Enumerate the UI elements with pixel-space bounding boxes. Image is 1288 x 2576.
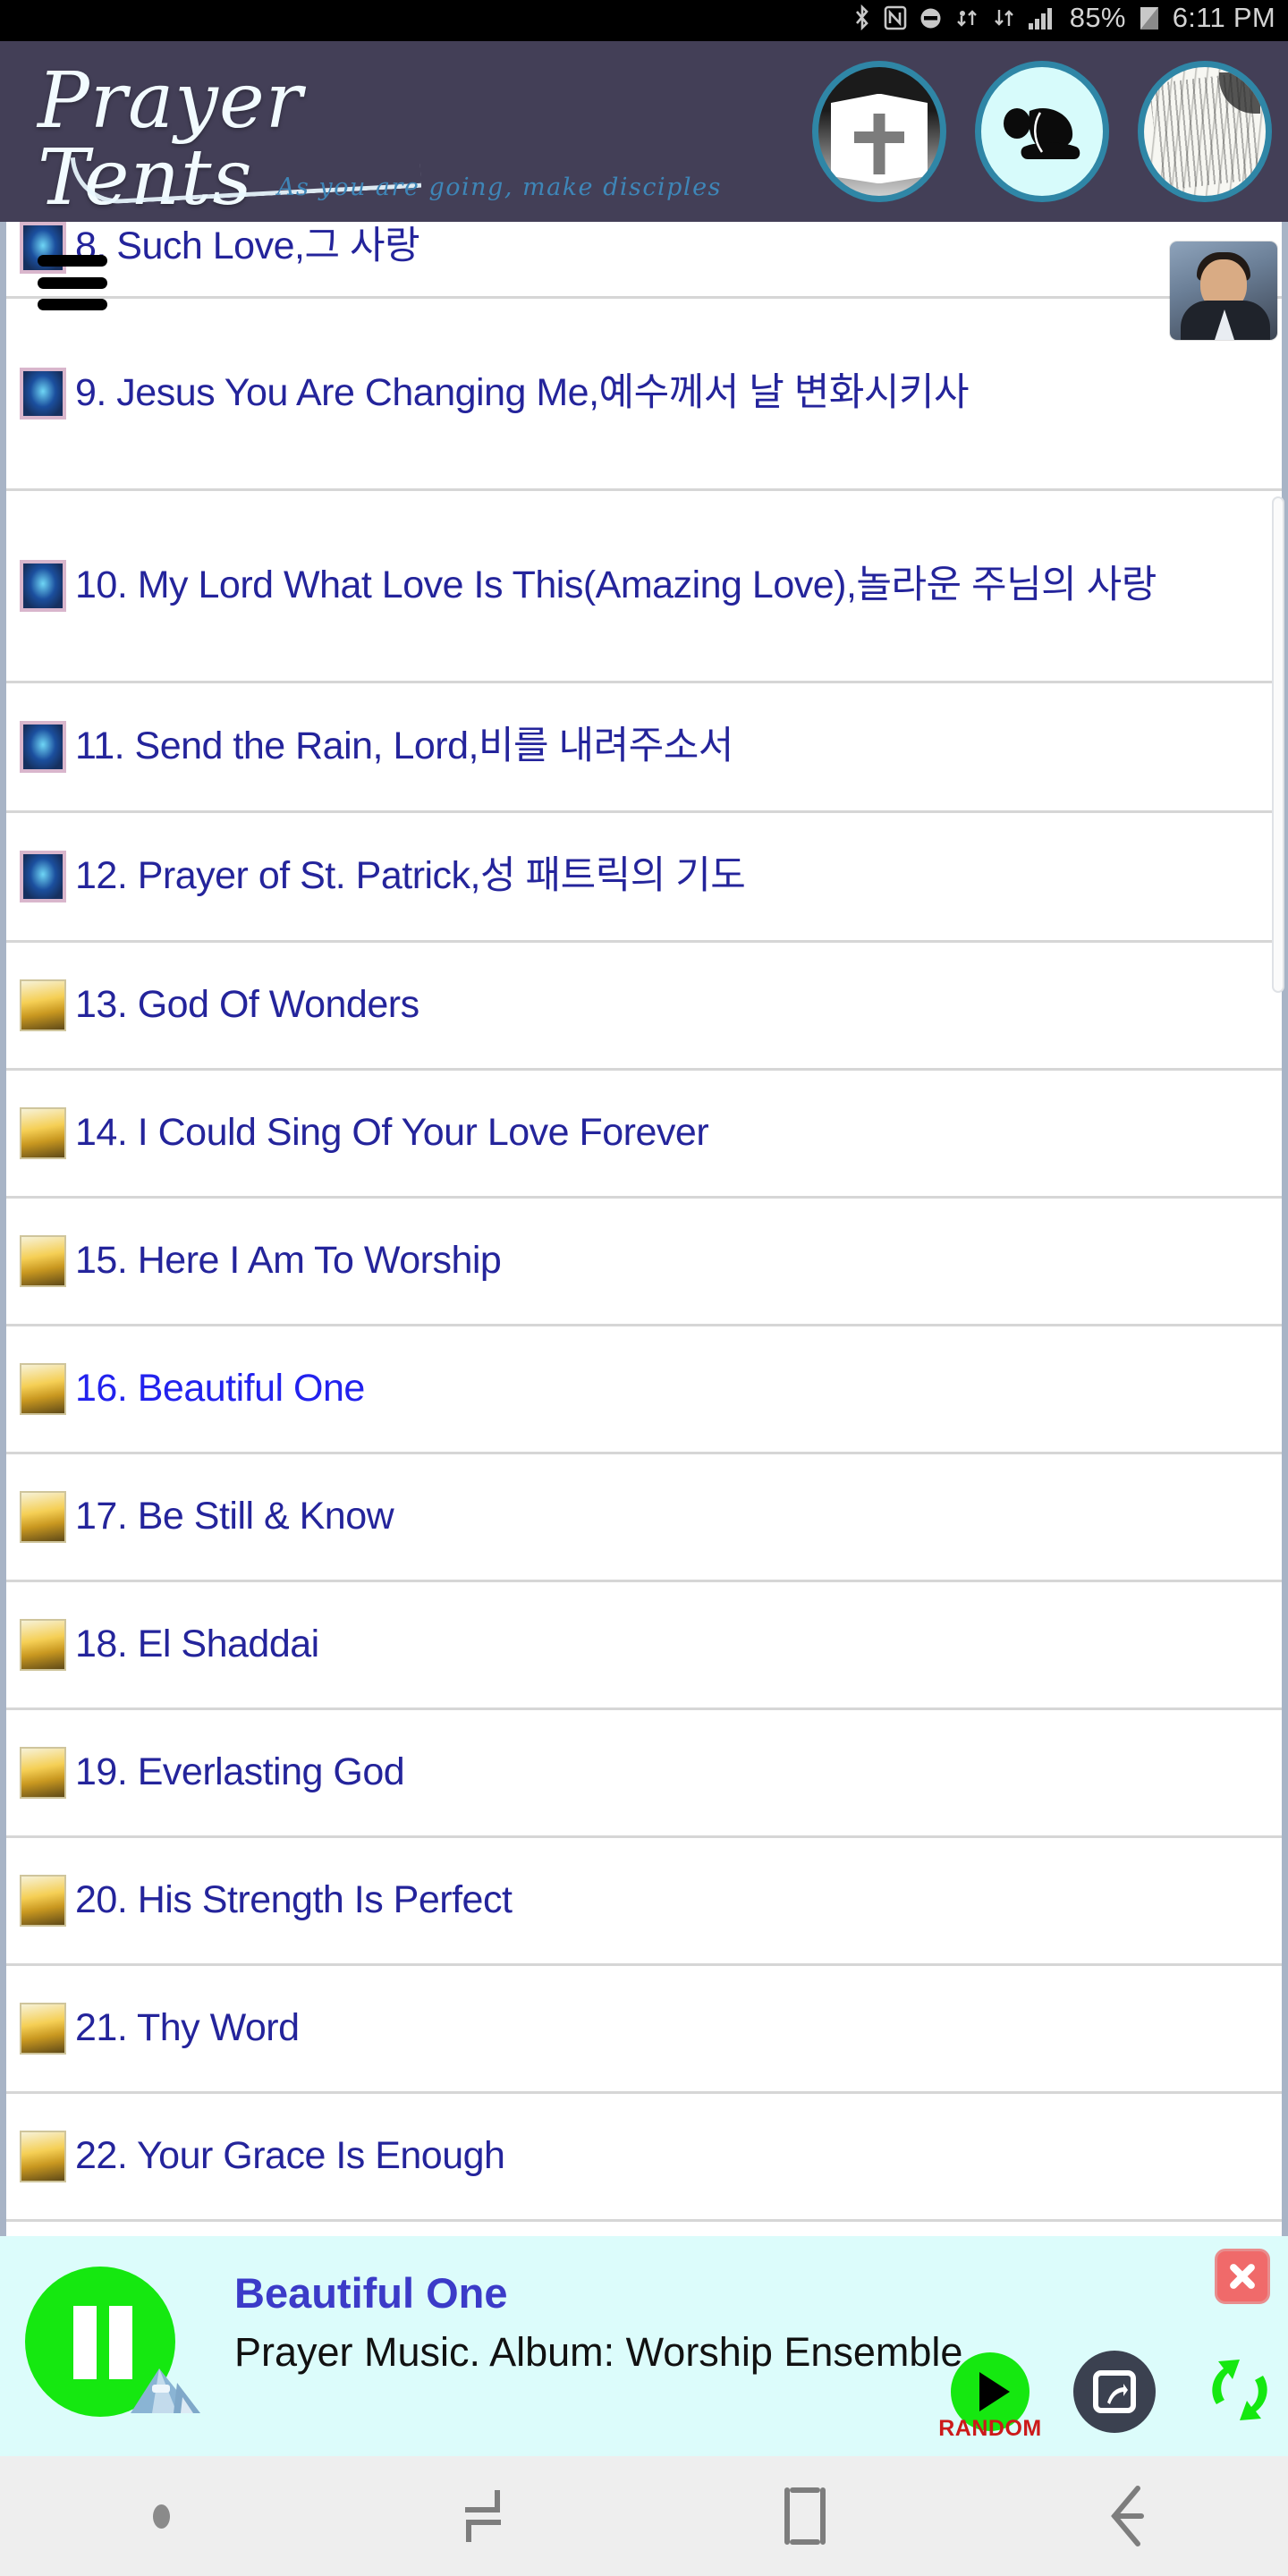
song-title: 12. Prayer of St. Patrick,성 패트릭의 기도 <box>75 854 746 898</box>
album-art-thumbnail <box>20 368 66 419</box>
back-button[interactable] <box>966 2456 1288 2576</box>
list-item[interactable]: 20. His Strength Is Perfect <box>0 1838 1288 1966</box>
song-title: 19. Everlasting God <box>75 1750 405 1794</box>
album-art-thumbnail <box>20 1363 66 1415</box>
album-art-thumbnail <box>20 1747 66 1799</box>
app-root: 85% 6:11 PM Prayer Tents As you are goin… <box>0 0 1288 2576</box>
hamburger-bar <box>38 255 107 267</box>
list-item[interactable]: 22. Your Grace Is Enough <box>0 2094 1288 2222</box>
recents-button[interactable] <box>322 2456 644 2576</box>
list-item[interactable]: 16. Beautiful One <box>0 1326 1288 1454</box>
play-icon <box>979 2372 1010 2411</box>
dot-indicator <box>0 2456 322 2576</box>
data-transfer-icon <box>993 0 1016 38</box>
list-item[interactable]: 18. El Shaddai <box>0 1582 1288 1710</box>
battery-percentage: 85% <box>1069 2 1126 33</box>
album-art-thumbnail <box>20 1875 66 1927</box>
song-title: 22. Your Grace Is Enough <box>75 2134 505 2178</box>
media-player-bar: Beautiful One Prayer Music. Album: Worsh… <box>0 2236 1288 2456</box>
hamburger-bar <box>38 276 107 289</box>
home-button[interactable] <box>644 2456 966 2576</box>
song-list[interactable]: 8. Such Love,그 사랑 9. Jesus You Are Changi… <box>0 222 1288 2256</box>
bluetooth-icon <box>852 0 872 38</box>
song-title: 11. Send the Rain, Lord,비를 내려주소서 <box>75 724 733 768</box>
song-title: 13. God Of Wonders <box>75 983 419 1027</box>
cross-icon <box>873 114 886 174</box>
album-art-thumbnail <box>20 721 66 773</box>
list-scrollbar[interactable] <box>1272 496 1284 993</box>
bible-button[interactable] <box>812 61 946 202</box>
hamburger-bar <box>38 299 107 310</box>
list-item[interactable]: 14. I Could Sing Of Your Love Forever <box>0 1071 1288 1199</box>
song-title: 16. Beautiful One <box>75 1367 365 1411</box>
album-art-thumbnail <box>20 2003 66 2055</box>
song-title: 8. Such Love,그 사랑 <box>75 225 420 267</box>
prayer-button[interactable] <box>975 61 1109 202</box>
status-bar: 85% 6:11 PM <box>0 0 1288 41</box>
hymnal-button[interactable] <box>1138 61 1272 202</box>
signal-icon <box>1028 0 1058 38</box>
song-title: 18. El Shaddai <box>75 1623 319 1666</box>
song-title: 20. His Strength Is Perfect <box>75 1878 513 1922</box>
list-item[interactable]: 15. Here I Am To Worship <box>0 1199 1288 1326</box>
pause-icon-bar <box>73 2306 97 2379</box>
album-art-thumbnail <box>20 1491 66 1543</box>
nfc-icon <box>884 0 907 38</box>
recents-icon <box>465 2490 501 2542</box>
song-title: 14. I Could Sing Of Your Love Forever <box>75 1111 709 1155</box>
list-item[interactable]: 13. God Of Wonders <box>0 943 1288 1071</box>
song-title: 21. Thy Word <box>75 2006 300 2050</box>
album-art-thumbnail <box>20 1107 66 1159</box>
android-nav-bar <box>0 2456 1288 2576</box>
external-link-arrow-icon <box>1107 2384 1128 2404</box>
song-title: 17. Be Still & Know <box>75 1495 394 1538</box>
header-button-group <box>812 61 1272 202</box>
list-item[interactable]: 12. Prayer of St. Patrick,성 패트릭의 기도 <box>0 813 1288 943</box>
list-item[interactable]: 17. Be Still & Know <box>0 1454 1288 1582</box>
list-item[interactable]: 21. Thy Word <box>0 1966 1288 2094</box>
list-item[interactable]: 9. Jesus You Are Changing Me,예수께서 날 변화시키… <box>0 299 1288 491</box>
home-icon <box>784 2487 826 2545</box>
repeat-button[interactable] <box>1199 2349 1281 2431</box>
album-art-thumbnail <box>20 1235 66 1287</box>
battery-icon <box>1138 0 1161 38</box>
share-button[interactable] <box>1073 2351 1156 2433</box>
list-item[interactable]: 11. Send the Rain, Lord,비를 내려주소서 <box>0 683 1288 813</box>
tent-icon <box>131 2368 200 2413</box>
close-player-button[interactable] <box>1215 2249 1270 2304</box>
list-item[interactable]: 8. Such Love,그 사랑 <box>0 222 1288 299</box>
cross-icon-bar <box>854 131 904 143</box>
song-title: 10. My Lord What Love Is This(Amazing Lo… <box>75 564 1157 607</box>
album-art-thumbnail <box>20 2131 66 2182</box>
now-playing-subtitle: Prayer Music. Album: Worship Ensemble <box>234 2329 963 2375</box>
random-label: RANDOM <box>938 2416 1042 2441</box>
album-art-thumbnail <box>20 560 66 612</box>
menu-button[interactable] <box>38 255 107 310</box>
list-item[interactable]: 10. My Lord What Love Is This(Amazing Lo… <box>0 491 1288 683</box>
clock: 6:11 PM <box>1172 2 1275 33</box>
song-title: 15. Here I Am To Worship <box>75 1239 502 1283</box>
app-header: Prayer Tents As you are going, make disc… <box>0 41 1288 222</box>
list-item[interactable]: 19. Everlasting God <box>0 1710 1288 1838</box>
random-play-button[interactable]: RANDOM <box>938 2352 1041 2441</box>
album-art-thumbnail <box>20 979 66 1031</box>
album-art-thumbnail <box>20 851 66 902</box>
back-arrow-icon <box>1111 2486 1144 2546</box>
kneeling-person-icon <box>1004 107 1080 159</box>
app-tagline: As you are going, make disciples <box>277 174 722 201</box>
sync-icon <box>954 0 981 38</box>
now-playing-title: Beautiful One <box>234 2269 508 2317</box>
avatar[interactable] <box>1170 242 1277 340</box>
song-title: 9. Jesus You Are Changing Me,예수께서 날 변화시키… <box>75 371 970 415</box>
dot-icon <box>152 2504 170 2529</box>
dnd-icon <box>919 0 943 38</box>
app-logo: Prayer Tents As you are going, make disc… <box>38 63 720 216</box>
list-left-edge <box>0 222 6 2256</box>
album-art-thumbnail <box>20 1619 66 1671</box>
